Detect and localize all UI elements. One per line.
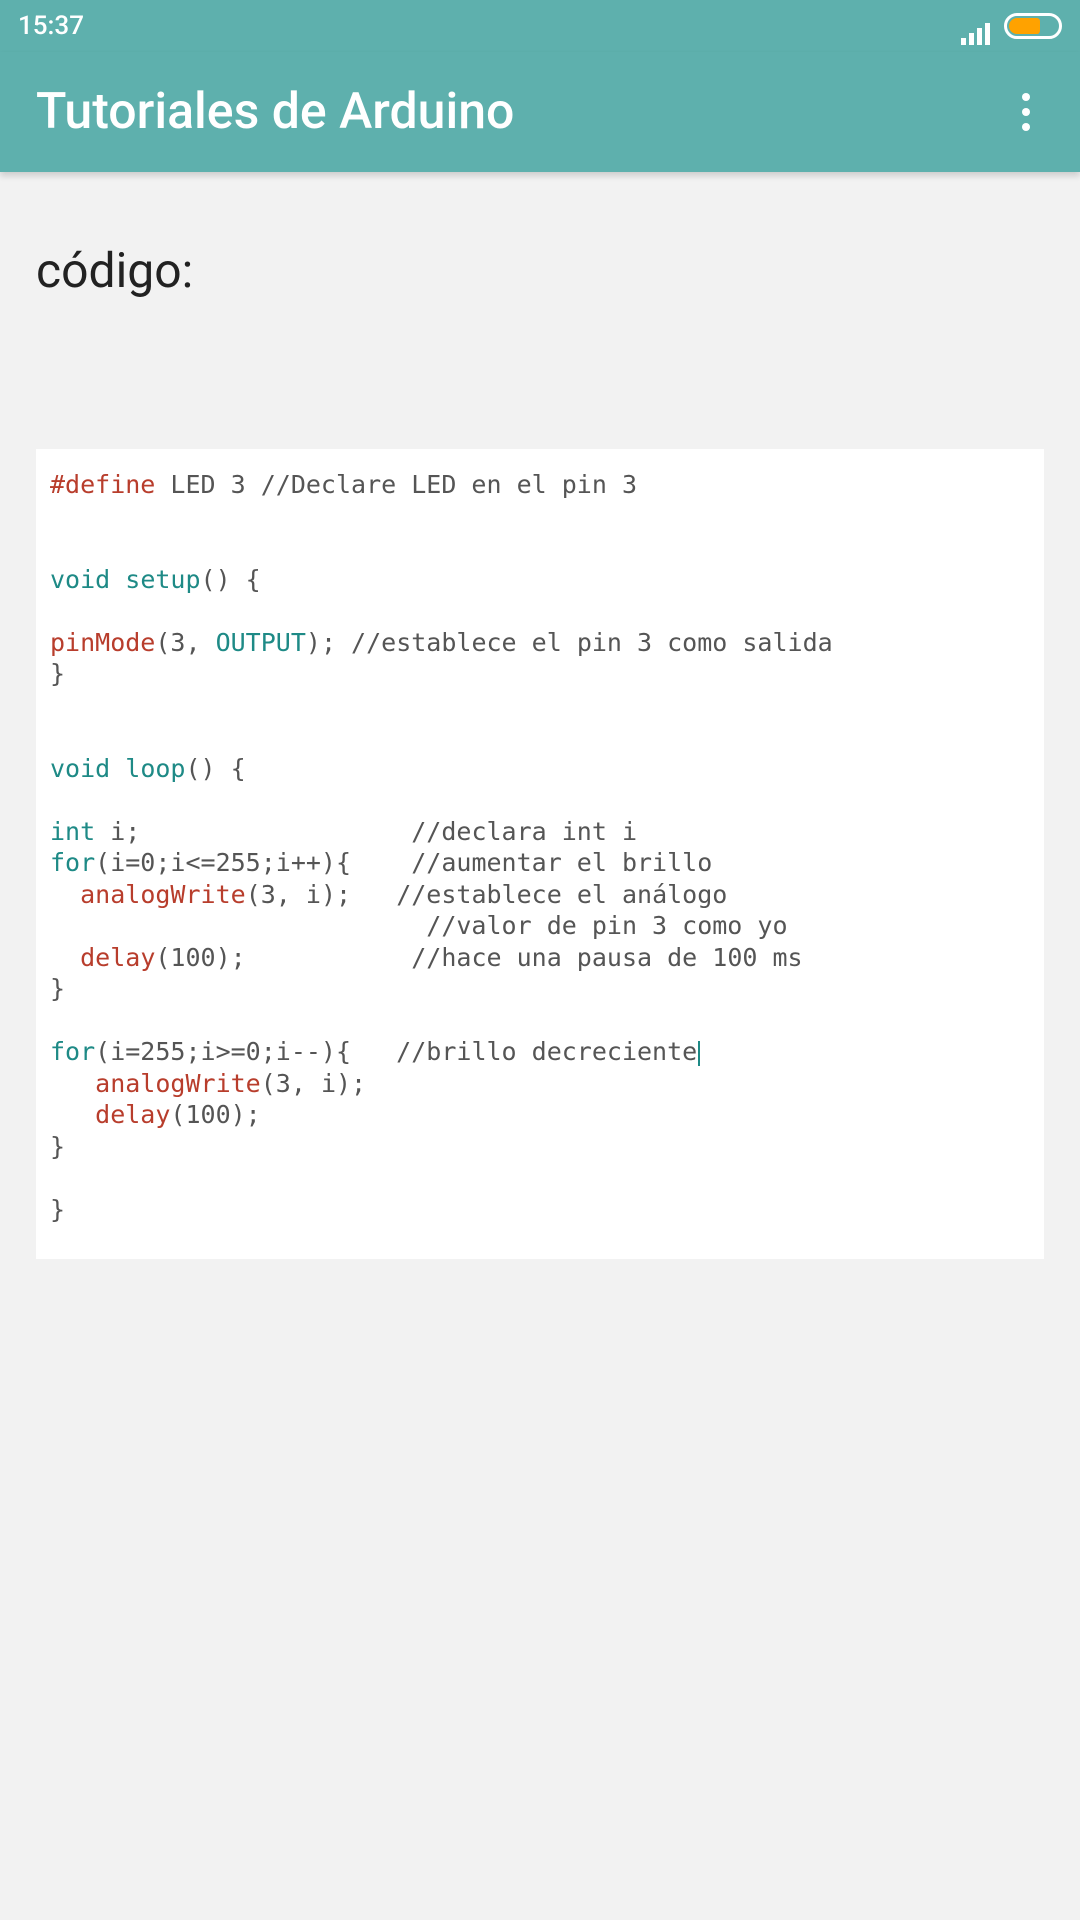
status-bar: 15:37 xyxy=(0,0,1080,52)
text-cursor xyxy=(698,1041,700,1066)
code-text: () { xyxy=(201,565,261,594)
code-token-delay: delay xyxy=(80,943,155,972)
status-right-icons xyxy=(958,13,1062,39)
section-heading: código: xyxy=(36,242,1044,299)
code-token-pinmode: pinMode xyxy=(50,628,155,657)
code-token-void: void xyxy=(50,754,110,783)
code-text: () { xyxy=(185,754,245,783)
code-token-delay: delay xyxy=(95,1100,170,1129)
content-area: código: #define LED 3 //Declare LED en e… xyxy=(0,172,1080,1259)
code-text xyxy=(50,880,80,909)
code-text: (100); xyxy=(170,1100,260,1129)
code-text: ); //establece el pin 3 como salida xyxy=(306,628,833,657)
more-options-icon[interactable] xyxy=(1002,88,1050,136)
code-text: } xyxy=(50,1195,65,1224)
code-token-analogwrite: analogWrite xyxy=(80,880,246,909)
code-token-output: OUTPUT xyxy=(216,628,306,657)
code-block: #define LED 3 //Declare LED en el pin 3 … xyxy=(36,449,1044,1259)
code-text: (i=0;i<=255;i++){ //aumentar el brillo xyxy=(95,848,712,877)
battery-icon xyxy=(1004,13,1062,39)
code-text xyxy=(50,943,80,972)
code-text: //valor de pin 3 como yo xyxy=(50,911,788,940)
code-text: (i=255;i>=0;i--){ //brillo decreciente xyxy=(95,1037,697,1066)
code-text: LED 3 //Declare LED en el pin 3 xyxy=(155,470,637,499)
code-token-for: for xyxy=(50,848,95,877)
code-token-void: void xyxy=(50,565,110,594)
code-text: i; //declara int i xyxy=(95,817,637,846)
app-bar: Tutoriales de Arduino xyxy=(0,52,1080,172)
status-time: 15:37 xyxy=(18,11,84,41)
code-text: (3, i); //establece el análogo xyxy=(246,880,728,909)
code-text xyxy=(50,1100,95,1129)
signal-icon xyxy=(958,15,990,37)
code-text: } xyxy=(50,1132,65,1161)
code-token-define: #define xyxy=(50,470,155,499)
code-token-loop: loop xyxy=(110,754,185,783)
code-text: (3, xyxy=(155,628,215,657)
code-text xyxy=(50,1069,95,1098)
code-text: (100); //hace una pausa de 100 ms xyxy=(155,943,802,972)
code-token-for: for xyxy=(50,1037,95,1066)
code-text: (3, i); xyxy=(261,1069,366,1098)
code-token-int: int xyxy=(50,817,95,846)
code-token-analogwrite: analogWrite xyxy=(95,1069,261,1098)
code-text: } xyxy=(50,974,65,1003)
code-token-setup: setup xyxy=(110,565,200,594)
page-title: Tutoriales de Arduino xyxy=(36,83,514,141)
code-text: } xyxy=(50,659,65,688)
